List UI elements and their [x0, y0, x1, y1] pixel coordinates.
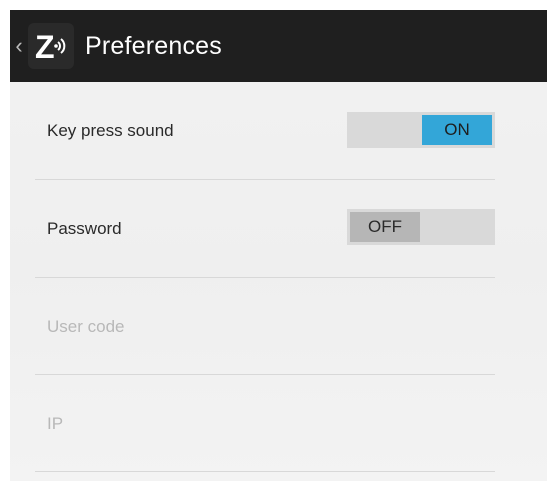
chevron-left-icon[interactable]: ‹	[10, 10, 26, 82]
app-logo[interactable]: Z	[28, 23, 74, 69]
divider	[35, 471, 495, 472]
preference-ip: IP	[35, 375, 495, 472]
password-label: Password	[47, 218, 122, 238]
logo-letter: Z	[35, 29, 55, 65]
ip-label: IP	[47, 413, 64, 433]
key-press-sound-toggle[interactable]: ON	[347, 112, 495, 148]
action-bar: ‹ Z Preferences	[10, 10, 547, 82]
page-title: Preferences	[85, 31, 222, 60]
key-press-sound-label: Key press sound	[47, 120, 174, 140]
user-code-label: User code	[47, 316, 125, 336]
toggle-on-thumb: ON	[422, 115, 492, 145]
preferences-screen: ‹ Z Preferences Key press sound ON Passw…	[10, 10, 547, 481]
z-sound-logo-icon: Z	[35, 29, 66, 65]
password-toggle[interactable]: OFF	[347, 209, 495, 245]
toggle-off-thumb: OFF	[350, 212, 420, 242]
preference-user-code: User code	[35, 278, 495, 375]
